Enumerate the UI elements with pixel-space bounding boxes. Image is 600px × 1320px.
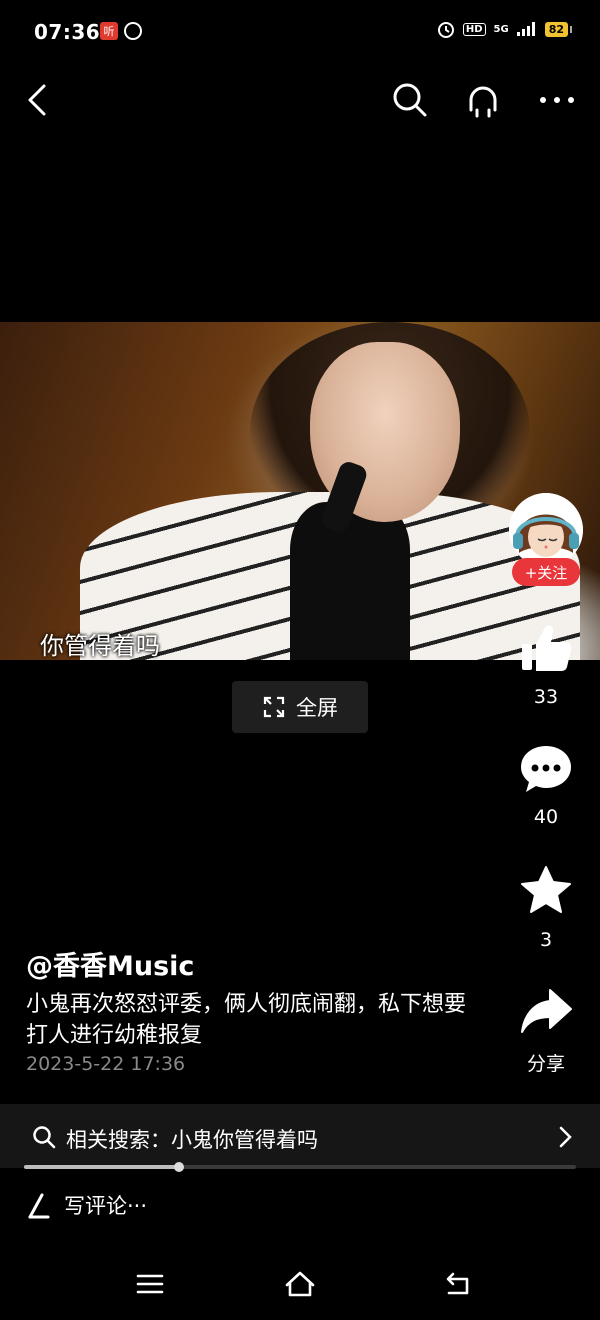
like-count: 33 (533, 686, 559, 708)
search-button[interactable] (386, 76, 434, 124)
notification-icon-2 (124, 22, 142, 40)
return-icon (446, 1272, 469, 1295)
back-icon (28, 84, 46, 116)
comment-input[interactable]: 写评论··· (26, 1190, 147, 1220)
share-icon (521, 989, 572, 1033)
battery-indicator: 82 (544, 21, 573, 37)
share-button[interactable] (520, 986, 572, 1038)
menu-icon (136, 1274, 164, 1294)
search-icon (393, 83, 427, 117)
fullscreen-label: 全屏 (296, 696, 338, 720)
headphone-icon (469, 86, 497, 118)
like-button[interactable] (520, 622, 572, 674)
system-back-button[interactable] (438, 1264, 478, 1304)
comment-placeholder: 写评论··· (64, 1194, 148, 1218)
follow-button[interactable]: +关注 (512, 558, 580, 586)
more-button[interactable] (533, 76, 581, 124)
expand-icon (263, 696, 285, 718)
more-icon (540, 97, 574, 103)
favorite-count: 3 (539, 929, 553, 951)
recents-button[interactable] (130, 1264, 170, 1304)
status-bar: 07:36 听 HD 5G 82 (0, 0, 600, 64)
related-search-text: 相关搜索：小鬼你管得着吗 (66, 1128, 318, 1152)
comment-count: 40 (533, 806, 559, 828)
progress-handle[interactable] (174, 1162, 184, 1172)
comment-icon (521, 746, 571, 792)
video-player[interactable]: 你管得着吗 (0, 322, 600, 660)
alarm-icon (437, 22, 454, 38)
notification-app-icon: 听 (100, 22, 118, 40)
notification-app-label: 听 (103, 25, 115, 38)
post-description: 小鬼再次怒怼评委，俩人彻底闹翻，私下想要打人进行幼稚报复 (26, 992, 467, 1048)
video-subtitle: 你管得着吗 (40, 632, 160, 660)
status-right: HD 5G 82 (437, 20, 573, 38)
search-icon (33, 1126, 56, 1149)
avatar-image (509, 493, 583, 567)
thumb-up-icon (522, 625, 572, 671)
home-icon (285, 1271, 315, 1297)
star-icon (521, 866, 571, 913)
status-time: 07:36 (34, 20, 101, 44)
signal-icon (516, 22, 535, 36)
post-date: 2023-5-22 17:36 (26, 1053, 186, 1075)
favorite-button[interactable] (520, 865, 572, 917)
home-button[interactable] (280, 1264, 320, 1304)
back-button[interactable] (14, 76, 62, 124)
fullscreen-button[interactable]: 全屏 (232, 681, 368, 733)
signal-label: 5G (493, 23, 509, 35)
hd-badge: HD (462, 22, 486, 36)
comment-button[interactable] (520, 744, 572, 796)
share-label: 分享 (526, 1053, 565, 1075)
pen-icon (28, 1193, 50, 1219)
follow-label: +关注 (524, 563, 568, 582)
author-name[interactable]: @香香Music (26, 944, 194, 983)
progress-fill (24, 1165, 179, 1169)
author-avatar[interactable] (509, 493, 583, 567)
listen-button[interactable] (459, 76, 507, 124)
chevron-right-icon (559, 1126, 572, 1148)
video-scene-shirt (290, 502, 410, 660)
